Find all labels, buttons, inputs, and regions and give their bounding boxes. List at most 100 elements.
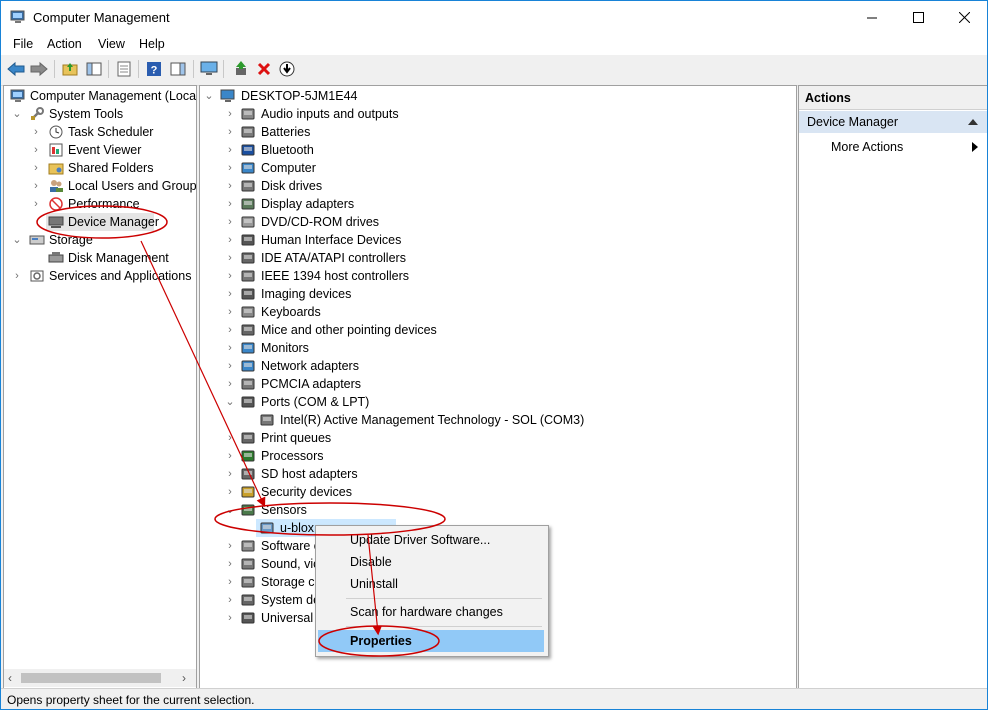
- expand-chevron-icon[interactable]: ›: [31, 177, 41, 195]
- device-category-keyboards[interactable]: › Keyboards: [200, 303, 790, 321]
- tree-item-local-users-groups[interactable]: › Local Users and Groups: [4, 177, 196, 195]
- expand-chevron-icon[interactable]: ›: [31, 141, 41, 159]
- expand-chevron-icon[interactable]: ›: [225, 213, 235, 231]
- expand-chevron-icon[interactable]: ›: [225, 195, 235, 213]
- device-category-mice-and-other-pointing-devices[interactable]: › Mice and other pointing devices: [200, 321, 790, 339]
- device-category-display-adapters[interactable]: › Display adapters: [200, 195, 790, 213]
- device-tree-root[interactable]: ⌄ DESKTOP-5JM1E44: [200, 87, 790, 105]
- computer-monitor-button[interactable]: [199, 59, 219, 79]
- context-disable[interactable]: Disable: [318, 551, 544, 573]
- expand-chevron-icon[interactable]: ›: [225, 537, 235, 555]
- scroll-right-icon[interactable]: ›: [182, 671, 186, 685]
- expand-chevron-icon[interactable]: ›: [225, 357, 235, 375]
- title-bar[interactable]: Computer Management: [1, 1, 987, 34]
- tree-item-task-scheduler[interactable]: › Task Scheduler: [4, 123, 196, 141]
- context-scan-hardware[interactable]: Scan for hardware changes: [318, 601, 544, 623]
- expand-chevron-icon[interactable]: ›: [225, 465, 235, 483]
- device-category-imaging-devices[interactable]: › Imaging devices: [200, 285, 790, 303]
- collapse-chevron-icon[interactable]: ⌄: [225, 501, 235, 519]
- device-category-bluetooth[interactable]: › Bluetooth: [200, 141, 790, 159]
- device-category-processors[interactable]: › Processors: [200, 447, 790, 465]
- tree-root[interactable]: Computer Management (Local: [4, 87, 196, 105]
- expand-chevron-icon[interactable]: ›: [225, 267, 235, 285]
- expand-chevron-icon[interactable]: ›: [225, 231, 235, 249]
- device-category-network-adapters[interactable]: › Network adapters: [200, 357, 790, 375]
- collapse-chevron-icon[interactable]: ⌄: [12, 231, 22, 249]
- tree-item-device-manager[interactable]: Device Manager: [46, 213, 159, 231]
- expand-chevron-icon[interactable]: ›: [225, 141, 235, 159]
- properties-button[interactable]: [114, 59, 134, 79]
- menu-help[interactable]: Help: [139, 37, 165, 51]
- menu-action[interactable]: Action: [47, 37, 82, 51]
- menu-view[interactable]: View: [98, 37, 125, 51]
- maximize-button[interactable]: [895, 1, 941, 34]
- expand-chevron-icon[interactable]: ›: [225, 573, 235, 591]
- scan-download-button[interactable]: [277, 59, 297, 79]
- tree-item-services-applications[interactable]: › Services and Applications: [4, 267, 196, 285]
- update-driver-button[interactable]: [231, 59, 251, 79]
- expand-chevron-icon[interactable]: ›: [225, 591, 235, 609]
- menu-file[interactable]: File: [13, 37, 33, 51]
- context-uninstall[interactable]: Uninstall: [318, 573, 544, 595]
- show-hide-tree-button[interactable]: [84, 59, 104, 79]
- device-category-ports-com-lpt[interactable]: ⌄ Ports (COM & LPT): [200, 393, 790, 411]
- expand-chevron-icon[interactable]: ›: [31, 159, 41, 177]
- uninstall-button[interactable]: [254, 59, 274, 79]
- device-category-pcmcia-adapters[interactable]: › PCMCIA adapters: [200, 375, 790, 393]
- more-actions-item[interactable]: More Actions: [799, 137, 987, 157]
- device-category-sensors[interactable]: ⌄ Sensors: [200, 501, 790, 519]
- expand-chevron-icon[interactable]: ›: [225, 447, 235, 465]
- expand-chevron-icon[interactable]: ›: [225, 177, 235, 195]
- minimize-button[interactable]: [849, 1, 895, 34]
- expand-chevron-icon[interactable]: ›: [225, 339, 235, 357]
- device-category-human-interface-devices[interactable]: › Human Interface Devices: [200, 231, 790, 249]
- device-category-disk-drives[interactable]: › Disk drives: [200, 177, 790, 195]
- device-category-monitors[interactable]: › Monitors: [200, 339, 790, 357]
- up-folder-button[interactable]: [60, 59, 80, 79]
- device-item[interactable]: Intel(R) Active Management Technology - …: [200, 411, 790, 429]
- collapse-chevron-icon[interactable]: ⌄: [12, 105, 22, 123]
- expand-chevron-icon[interactable]: ›: [225, 555, 235, 573]
- expand-chevron-icon[interactable]: ›: [225, 285, 235, 303]
- expand-chevron-icon[interactable]: ›: [225, 303, 235, 321]
- device-category-audio-inputs-and-outputs[interactable]: › Audio inputs and outputs: [200, 105, 790, 123]
- actions-section-device-manager[interactable]: Device Manager: [799, 111, 987, 133]
- tree-item-disk-management[interactable]: Disk Management: [4, 249, 196, 267]
- expand-chevron-icon[interactable]: ›: [225, 159, 235, 177]
- expand-chevron-icon[interactable]: ›: [225, 429, 235, 447]
- scroll-left-icon[interactable]: ‹: [8, 671, 12, 685]
- expand-chevron-icon[interactable]: ›: [225, 105, 235, 123]
- collapse-chevron-icon[interactable]: ⌄: [225, 393, 235, 411]
- action-pane-button[interactable]: [168, 59, 188, 79]
- device-category-print-queues[interactable]: › Print queues: [200, 429, 790, 447]
- close-button[interactable]: [941, 1, 987, 34]
- help-button[interactable]: ?: [144, 59, 164, 79]
- device-category-dvd-cd-rom-drives[interactable]: › DVD/CD-ROM drives: [200, 213, 790, 231]
- context-properties[interactable]: Properties: [318, 630, 544, 652]
- expand-chevron-icon[interactable]: ›: [31, 195, 41, 213]
- tree-item-event-viewer[interactable]: › Event Viewer: [4, 141, 196, 159]
- expand-chevron-icon[interactable]: ›: [225, 123, 235, 141]
- expand-chevron-icon[interactable]: ›: [12, 267, 22, 285]
- device-category-security-devices[interactable]: › Security devices: [200, 483, 790, 501]
- tree-item-system-tools[interactable]: ⌄ System Tools: [4, 105, 196, 123]
- expand-chevron-icon[interactable]: ›: [225, 249, 235, 267]
- collapse-chevron-icon[interactable]: ⌄: [204, 87, 214, 105]
- device-category-ide-ata-atapi-controllers[interactable]: › IDE ATA/ATAPI controllers: [200, 249, 790, 267]
- device-category-computer[interactable]: › Computer: [200, 159, 790, 177]
- expand-chevron-icon[interactable]: ›: [225, 375, 235, 393]
- tree-item-storage[interactable]: ⌄ Storage: [4, 231, 196, 249]
- tree-item-performance[interactable]: › Performance: [4, 195, 196, 213]
- device-category-batteries[interactable]: › Batteries: [200, 123, 790, 141]
- expand-chevron-icon[interactable]: ›: [225, 609, 235, 627]
- expand-chevron-icon[interactable]: ›: [225, 321, 235, 339]
- forward-button[interactable]: [29, 59, 49, 79]
- back-button[interactable]: [6, 59, 26, 79]
- scrollbar-thumb[interactable]: [21, 673, 161, 683]
- expand-chevron-icon[interactable]: ›: [225, 483, 235, 501]
- device-category-sd-host-adapters[interactable]: › SD host adapters: [200, 465, 790, 483]
- device-category-ieee-1394-host-controllers[interactable]: › IEEE 1394 host controllers: [200, 267, 790, 285]
- context-update-driver[interactable]: Update Driver Software...: [318, 529, 544, 551]
- horizontal-scrollbar[interactable]: ‹ ›: [4, 669, 196, 687]
- collapse-up-icon[interactable]: [968, 118, 978, 125]
